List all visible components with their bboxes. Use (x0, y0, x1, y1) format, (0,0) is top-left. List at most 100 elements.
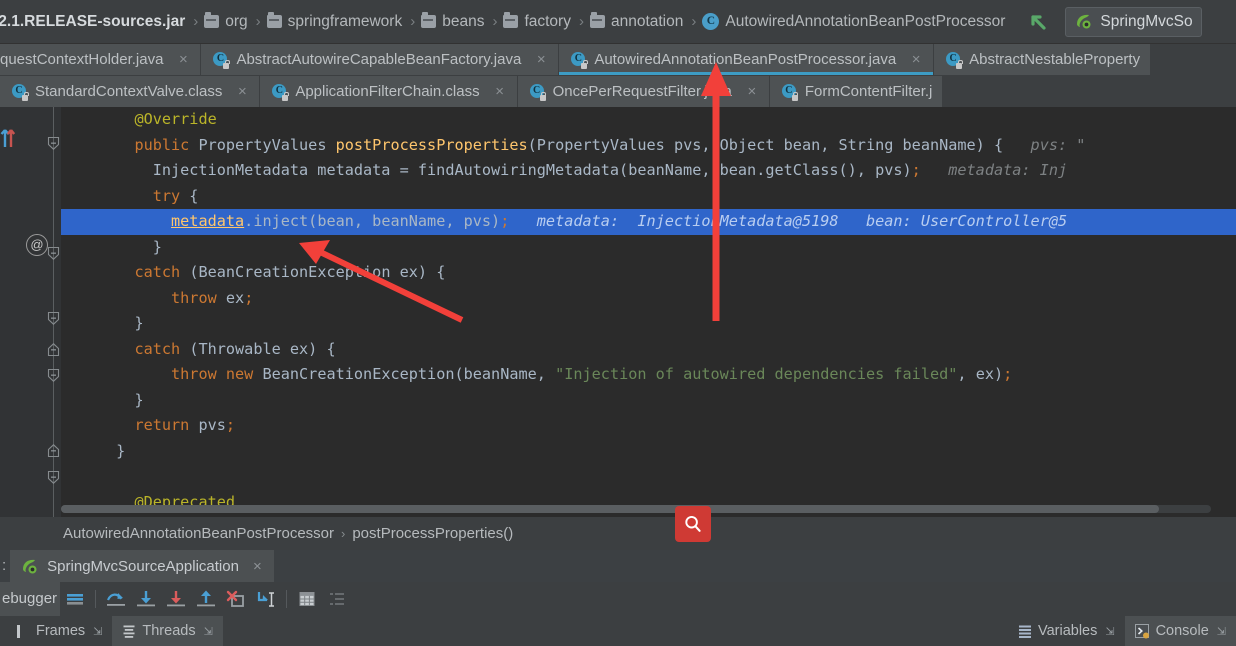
evaluate-expression-icon[interactable] (292, 582, 322, 616)
breadcrumb-item-org[interactable]: org (204, 8, 249, 36)
editor-tab-label: AutowiredAnnotationBeanPostProcessor.jav… (594, 51, 897, 68)
editor-tab-onceperrequestfilter-java[interactable]: C OncePerRequestFilter.java × (517, 76, 770, 107)
breadcrumb-item-autowiredannotationbeanpostprocessor[interactable]: C AutowiredAnnotationBeanPostProcessor (702, 8, 1007, 36)
close-icon[interactable]: × (253, 558, 262, 575)
bottom-tab-console[interactable]: Console ⇲ (1124, 616, 1236, 646)
code-line[interactable]: catch (Throwable ex) { (61, 337, 1236, 363)
code-editor[interactable]: @ @Override public PropertyValues postPr… (0, 107, 1236, 517)
fold-collapse-icon[interactable] (47, 444, 60, 458)
close-icon[interactable]: × (235, 83, 249, 100)
gutter-run-debug-icon[interactable] (0, 125, 22, 151)
editor-tab-abstractnestableproperty[interactable]: C AbstractNestableProperty (934, 44, 1152, 75)
editor-tab-applicationfilterchain-class[interactable]: C ApplicationFilterChain.class × (260, 76, 518, 107)
close-icon[interactable]: × (493, 83, 507, 100)
drop-frame-icon[interactable] (221, 582, 251, 616)
structure-breadcrumb-item[interactable]: postProcessProperties() (352, 525, 513, 542)
debugger-tab-label[interactable]: ebugger (0, 582, 60, 616)
pin-tab-icon[interactable]: ⇲ (93, 625, 102, 638)
code-text-area[interactable]: @Override public PropertyValues postProc… (61, 107, 1236, 517)
pin-tab-icon[interactable]: ⇲ (204, 625, 213, 638)
bottom-tab-threads[interactable]: Threads ⇲ (112, 616, 223, 646)
breadcrumb-item-beans[interactable]: beans (421, 8, 486, 36)
close-icon[interactable]: × (176, 51, 190, 68)
code-line-current[interactable]: metadata.inject(bean, beanName, pvs); me… (61, 209, 1236, 235)
editor-tab-abstractautowirecapablebeanfactory-java[interactable]: C AbstractAutowireCapableBeanFactory.java… (201, 44, 560, 75)
close-icon[interactable]: × (745, 83, 759, 100)
fold-expand-icon[interactable] (47, 368, 60, 382)
editor-gutter[interactable] (0, 107, 47, 517)
code-token: ex (225, 288, 245, 307)
editor-tab-questcontextholder-java[interactable]: CquestContextHolder.java× (0, 44, 202, 75)
settings-list-icon[interactable] (322, 582, 352, 616)
breadcrumb-item-label: org (225, 12, 248, 30)
toolbar-divider (286, 590, 287, 608)
code-line[interactable]: } (61, 388, 1236, 414)
breadcrumb-item-2-1-release-sources-jar[interactable]: .2.1.RELEASE-sources.jar (0, 8, 187, 36)
editor-tab-autowiredannotationbeanpostprocessor-java[interactable]: C AutowiredAnnotationBeanPostProcessor.ja… (559, 44, 935, 75)
code-token: ; (244, 288, 254, 307)
fold-expand-icon[interactable] (47, 136, 60, 150)
fold-expand-icon[interactable] (47, 470, 60, 484)
editor-tab-formcontentfilter-j[interactable]: C FormContentFilter.j (769, 76, 944, 107)
pin-tab-icon[interactable]: ⇲ (1105, 625, 1114, 638)
code-line[interactable]: public PropertyValues postProcessPropert… (61, 133, 1236, 159)
code-line[interactable] (61, 464, 1236, 490)
code-token: BeanCreationException(beanName, (262, 365, 556, 383)
breadcrumb-separator: › (492, 12, 498, 30)
bottom-tab-label: Console (1155, 623, 1209, 639)
code-line[interactable]: } (61, 235, 1236, 261)
editor-hscrollbar-thumb[interactable] (61, 505, 1159, 513)
code-line[interactable]: return pvs; (61, 413, 1236, 439)
bottom-tab-label: Variables (1037, 623, 1098, 639)
structure-breadcrumb-item[interactable]: AutowiredAnnotationBeanPostProcessor (63, 525, 334, 542)
code-line[interactable]: } (61, 311, 1236, 337)
fold-collapse-icon[interactable] (47, 343, 60, 357)
code-token: public (134, 135, 199, 154)
step-out-icon[interactable] (191, 582, 221, 616)
show-execution-point-icon[interactable] (60, 582, 90, 616)
breadcrumb-item-factory[interactable]: factory (503, 8, 573, 36)
debug-session-tab[interactable]: SpringMvcSourceApplication × (10, 550, 274, 582)
java-file-icon: C (529, 83, 547, 101)
breadcrumb-separator: › (255, 12, 261, 30)
code-token: PropertyValues (198, 135, 336, 154)
editor-tab-standardcontextvalve-class[interactable]: C StandardContextValve.class × (0, 76, 261, 107)
code-line[interactable]: catch (BeanCreationException ex) { (61, 260, 1236, 286)
code-folding-column[interactable] (47, 107, 61, 517)
breadcrumb-item-annotation[interactable]: annotation (589, 8, 685, 36)
bottom-tab-frames[interactable]: Frames ⇲ (6, 616, 112, 646)
step-into-icon[interactable] (131, 582, 161, 616)
breadcrumb-item-label: springframework (287, 12, 403, 30)
breadcrumb-item-springframework[interactable]: springframework (266, 8, 405, 36)
run-configuration-selector[interactable]: SpringMvcSo (1065, 6, 1202, 37)
code-line[interactable]: throw new BeanCreationException(beanName… (61, 362, 1236, 388)
breadcrumb-item-label: beans (442, 12, 485, 30)
bottom-tab-variables[interactable]: Variables ⇲ (1008, 616, 1125, 646)
code-line[interactable]: @Override (61, 107, 1236, 133)
close-icon[interactable]: × (909, 51, 923, 68)
run-to-cursor-icon[interactable] (251, 582, 281, 616)
code-line[interactable]: throw ex; (61, 286, 1236, 312)
navigate-up-icon[interactable] (1025, 9, 1051, 35)
close-icon[interactable]: × (534, 51, 548, 68)
fold-expand-icon[interactable] (47, 311, 60, 325)
code-line[interactable]: try { (61, 184, 1236, 210)
code-token: { (189, 186, 199, 205)
search-everywhere-button[interactable] (675, 506, 711, 542)
editor-tab-label: questContextHolder.java (0, 51, 164, 68)
debug-session-label: SpringMvcSourceApplication (47, 557, 239, 575)
step-over-icon[interactable] (101, 582, 131, 616)
code-token: , ex) (957, 365, 1004, 383)
code-line[interactable]: } (61, 439, 1236, 465)
force-step-into-icon[interactable] (161, 582, 191, 616)
editor-structure-breadcrumb[interactable]: AutowiredAnnotationBeanPostProcessor › pos… (0, 517, 1236, 550)
fold-expand-icon[interactable] (47, 246, 60, 260)
code-line[interactable]: InjectionMetadata metadata = findAutowir… (61, 158, 1236, 184)
variables-icon (1018, 624, 1032, 639)
java-file-icon: C (571, 51, 588, 69)
pin-tab-icon[interactable]: ⇲ (1217, 625, 1226, 638)
code-token: "Injection of autowired dependencies fai… (555, 365, 958, 383)
